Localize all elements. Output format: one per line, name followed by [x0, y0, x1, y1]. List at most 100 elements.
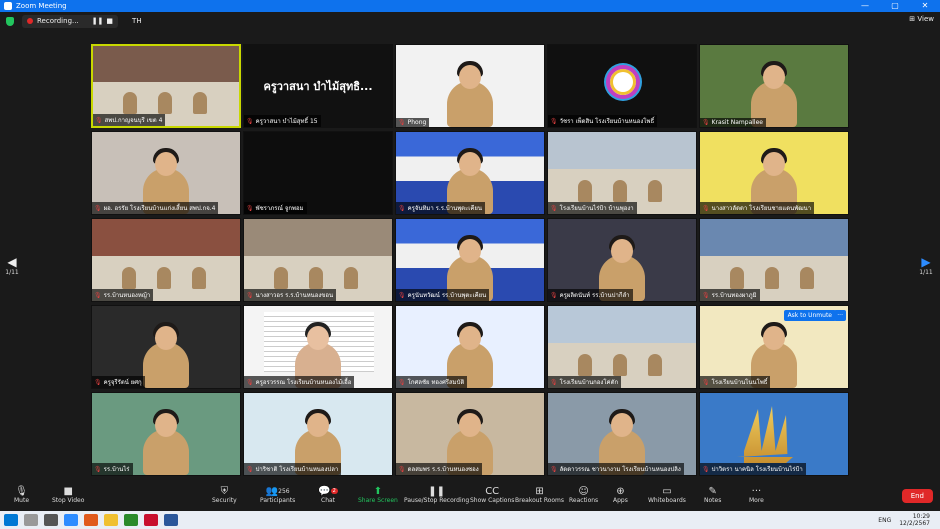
breakout-rooms-button[interactable]: ⊞ Breakout Rooms	[515, 485, 564, 505]
participant-name-bar: 🎙 รร.บ้านทองผาภูมิ	[700, 289, 760, 301]
muted-microphone-icon: 🎙	[398, 119, 406, 126]
video-tile[interactable]: 🎙 รร.บ้านไร่	[91, 392, 241, 476]
more-button[interactable]: ··· More	[749, 485, 764, 505]
apps-button[interactable]: ⊕ Apps	[613, 485, 628, 505]
shield-icon[interactable]	[6, 16, 14, 26]
mute-button[interactable]: 🎙 Mute	[14, 485, 29, 505]
video-tile[interactable]: Ask to Unmute ··· 🎙 โรงเรียนบ้านโนนโพธิ์	[699, 305, 849, 389]
muted-microphone-icon: 🎙	[550, 291, 558, 299]
attendee-figure	[765, 267, 779, 289]
language-interpretation-button[interactable]: TH	[132, 17, 142, 25]
stop-video-button[interactable]: ■ Stop Video	[52, 485, 84, 505]
video-tile[interactable]: ครูวาสนา บำไม้สุทธิ... 🎙 ครูวาสนา บำไม้สุท…	[243, 44, 393, 128]
view-button[interactable]: ⊞ View	[909, 15, 934, 23]
next-page-button[interactable]: ▶ 1/11	[918, 255, 934, 276]
video-tile[interactable]: 🎙 ครูจุรีรัตน์ ยศกุ	[91, 305, 241, 389]
previous-page-button[interactable]: ◀ 1/11	[4, 255, 20, 276]
video-tile[interactable]: 🎙 นางสาวลัดดา โรงเรียนชายแดนพัฒนา	[699, 131, 849, 215]
pause-stop-recording-button[interactable]: ❚❚ Pause/Stop Recording	[404, 485, 469, 505]
windows-start-icon[interactable]	[4, 514, 18, 526]
participants-count: 256	[278, 487, 290, 495]
system-tray: ENG 10:29 12/2/2567	[878, 511, 930, 529]
video-tile[interactable]: 🎙 ครูอรวรรณ โรงเรียนบ้านหนองไม้เอื้อ	[243, 305, 393, 389]
participant-name: ครูวาสนา บำไม้สุทธิ์ 15	[255, 118, 318, 125]
pause-recording-icon[interactable]: ❚❚	[92, 17, 104, 25]
stop-recording-icon[interactable]: ■	[106, 17, 113, 25]
participant-head	[459, 65, 481, 89]
zoom-taskbar-icon[interactable]	[64, 514, 78, 526]
muted-microphone-icon: 🎙	[246, 117, 254, 125]
minimize-button[interactable]: —	[850, 0, 880, 12]
end-meeting-button[interactable]: End	[901, 489, 933, 503]
ask-to-unmute-button[interactable]: Ask to Unmute	[783, 310, 836, 321]
video-tile[interactable]: 🎙 วัชรา เพ็ดสิน โรงเรียนบ้านหนองโพธิ์	[547, 44, 697, 128]
chat-button[interactable]: 💬 2 Chat	[318, 485, 338, 504]
attendee-figure	[193, 92, 207, 114]
word-icon[interactable]	[164, 514, 178, 526]
tile-more-button[interactable]: ···	[834, 310, 846, 321]
muted-microphone-icon: 🎙	[550, 465, 558, 473]
video-tile[interactable]: 🎙 ครูจันทิมา ร.ร.บ้านพุตะเคียน	[395, 131, 545, 215]
video-tile[interactable]: 🎙 Phong	[395, 44, 545, 128]
participants-icon: 👥 256	[265, 485, 290, 497]
video-tile[interactable]: 🎙 Krasit Nampallee	[699, 44, 849, 128]
video-tile[interactable]: 🎙 พัชราภรณ์ จูกพอม	[243, 131, 393, 215]
participant-name-bar: 🎙 นางสาวอร ร.ร.บ้านหนองขอน	[244, 289, 337, 301]
video-tile[interactable]: 🎙 รร.บ้านทองผาภูมิ	[699, 218, 849, 302]
tray-language[interactable]: ENG	[878, 517, 891, 524]
attendee-figure	[613, 354, 627, 376]
reactions-icon: ☺	[578, 485, 589, 497]
participant-name-bar: 🎙 รร.บ้านหนองหญ้า	[92, 289, 154, 301]
muted-microphone-icon: 🎙	[94, 465, 102, 473]
maximize-button[interactable]: ▢	[880, 0, 910, 12]
video-tile[interactable]: 🎙 ครูนันทวัฒน์ รร.บ้านพุตะเคียน	[395, 218, 545, 302]
participant-head	[459, 152, 481, 176]
notes-button[interactable]: ✎ Notes	[704, 485, 721, 505]
chrome-icon[interactable]	[124, 514, 138, 526]
show-captions-button[interactable]: CC Show Captions	[470, 485, 514, 505]
participant-name-bar: 🎙 ครูผลิตนันท์ รร.บ้านปากีลำ	[548, 289, 633, 301]
video-tile[interactable]: 🎙 ครูผลิตนันท์ รร.บ้านปากีลำ	[547, 218, 697, 302]
video-tile[interactable]: 🎙 โรงเรียนบ้านไร่ป้า บ้านพุองา	[547, 131, 697, 215]
s-app-icon[interactable]	[84, 514, 98, 526]
participant-name-bar: 🎙 ครูจุรีรัตน์ ยศกุ	[92, 376, 145, 388]
participant-name: วัชรา เพ็ดสิน โรงเรียนบ้านหนองโพธิ์	[559, 118, 655, 125]
video-tile[interactable]: 🎙 ลัดดาวรรณ ชาวนางาม โรงเรียนบ้านหนองปลิง	[547, 392, 697, 476]
participants-button[interactable]: 👥 256 Participants	[260, 485, 295, 505]
chat-icon: 💬 2	[318, 485, 338, 497]
attendee-figure	[157, 267, 171, 289]
video-tile[interactable]: 🎙 ดลสมพร ร.ร.บ้านหนองซอง	[395, 392, 545, 476]
whiteboards-button[interactable]: ▭ Whiteboards	[648, 485, 686, 505]
participant-name-bar: 🎙 ผอ. อรรัย โรงเรียนบ้านแก่งเสี้ยน สพป.กจ…	[92, 202, 219, 214]
camera-logo-icon	[606, 65, 640, 99]
video-tile[interactable]: 🎙 สพป.กาญจนบุรี เขต 4	[91, 44, 241, 128]
search-icon[interactable]	[24, 514, 38, 526]
page-indicator-right: 1/11	[919, 269, 933, 276]
clock[interactable]: 10:29 12/2/2567	[899, 513, 930, 527]
muted-microphone-icon: 🎙	[702, 291, 710, 299]
close-button[interactable]: ✕	[910, 0, 940, 12]
video-tile[interactable]: 🎙 โกศลชัย ทองศรีสมบัติ	[395, 305, 545, 389]
video-tile[interactable]: 🎙 โรงเรียนบ้านกองโค่ตัก	[547, 305, 697, 389]
reactions-button[interactable]: ☺ Reactions	[569, 485, 598, 505]
gallery-grid: 🎙 สพป.กาญจนบุรี เขต 4 ครูวาสนา บำไม้สุทธิ.…	[91, 44, 849, 476]
task-view-icon[interactable]	[44, 514, 58, 526]
folder-icon[interactable]	[104, 514, 118, 526]
participant-name: รร.บ้านทองผาภูมิ	[711, 292, 757, 299]
participant-name: ครูจันทิมา ร.ร.บ้านพุตะเคียน	[407, 205, 482, 212]
video-tile[interactable]: 🎙 นางสาวอร ร.ร.บ้านหนองขอน	[243, 218, 393, 302]
recording-label: Recording...	[37, 17, 79, 25]
security-button[interactable]: ⛨ Security	[212, 485, 237, 505]
participant-head	[155, 152, 177, 176]
video-tile[interactable]: 🎙 รร.บ้านหนองหญ้า	[91, 218, 241, 302]
video-tile[interactable]: 🎙 ปาวิตรา นาคนิล โรงเรียนบ้านไร่ป้า	[699, 392, 849, 476]
participant-head	[307, 326, 329, 350]
powerpoint-icon[interactable]	[144, 514, 158, 526]
participant-name-bar: 🎙 รร.บ้านไร่	[92, 463, 133, 475]
attendee-figure	[730, 267, 744, 289]
video-tile[interactable]: 🎙 ปาริชาติ โรงเรียนบ้านหนองปลา	[243, 392, 393, 476]
share-screen-button[interactable]: ⬆ Share Screen	[358, 485, 398, 505]
attendee-figure	[578, 354, 592, 376]
video-tile[interactable]: 🎙 ผอ. อรรัย โรงเรียนบ้านแก่งเสี้ยน สพป.กจ…	[91, 131, 241, 215]
participant-head	[155, 413, 177, 437]
